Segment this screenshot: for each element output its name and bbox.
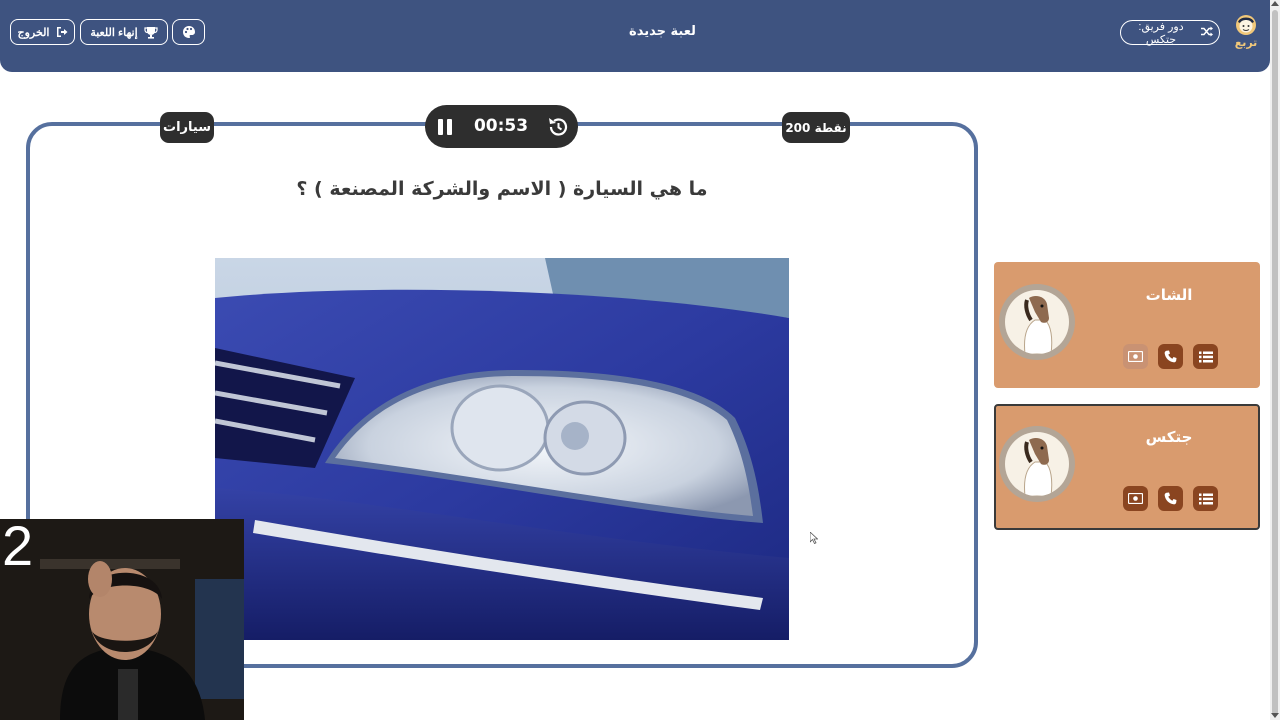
question-text: ما هي السيارة ( الاسم والشركة المصنعة ) … (296, 178, 708, 200)
phone-icon (1164, 350, 1177, 363)
scroll-up-arrow[interactable] (1271, 1, 1279, 6)
phone-button[interactable] (1158, 486, 1183, 511)
trophy-icon (144, 26, 158, 39)
money-button[interactable] (1123, 486, 1148, 511)
turn-label: دور فريق: جتكس (1138, 20, 1184, 46)
list-button[interactable] (1193, 344, 1218, 369)
sign-out-icon (56, 26, 68, 38)
points-label: 200 نقطة (785, 120, 847, 135)
list-icon (1198, 493, 1213, 504)
question-image (215, 258, 789, 640)
webcam-overlay: 2 (0, 519, 244, 720)
points-badge: 200 نقطة (782, 112, 850, 143)
money-button[interactable] (1123, 344, 1148, 369)
switch-turn-button[interactable]: دور فريق: جتكس (1120, 20, 1220, 46)
reset-timer-button[interactable] (546, 115, 570, 139)
money-icon (1128, 493, 1143, 504)
team-name: جتكس (1145, 428, 1193, 446)
timer: 00:53 (425, 105, 578, 148)
money-icon (1128, 351, 1143, 362)
theme-button[interactable] (172, 19, 205, 45)
phone-icon (1164, 492, 1177, 505)
logo-text: تربع (1234, 36, 1258, 49)
end-game-button[interactable]: إنهاء اللعبة (80, 19, 168, 45)
category-label: سيارات (163, 120, 211, 135)
shuffle-icon (1201, 26, 1213, 40)
timer-value: 00:53 (473, 116, 529, 136)
history-icon (549, 118, 568, 136)
webcam-overlay-number: 2 (2, 519, 34, 577)
exit-label: الخروج (17, 26, 50, 39)
scroll-thumb[interactable] (1272, 10, 1278, 715)
list-button[interactable] (1193, 486, 1218, 511)
phone-button[interactable] (1158, 344, 1183, 369)
scroll-down-arrow[interactable] (1271, 713, 1279, 718)
page-scrollbar[interactable] (1270, 0, 1280, 720)
team-avatar (999, 426, 1075, 502)
team-name: الشات (1145, 286, 1193, 304)
team-avatar (999, 284, 1075, 360)
pause-icon (438, 119, 452, 135)
exit-button[interactable]: الخروج (10, 19, 75, 45)
end-game-label: إنهاء اللعبة (90, 26, 138, 39)
list-icon (1198, 351, 1213, 362)
team-card-2[interactable]: جتكس (994, 404, 1260, 530)
palette-icon (182, 25, 196, 39)
pause-button[interactable] (433, 115, 457, 139)
team-card-1[interactable]: الشات (994, 262, 1260, 388)
category-badge: سيارات (160, 112, 214, 143)
